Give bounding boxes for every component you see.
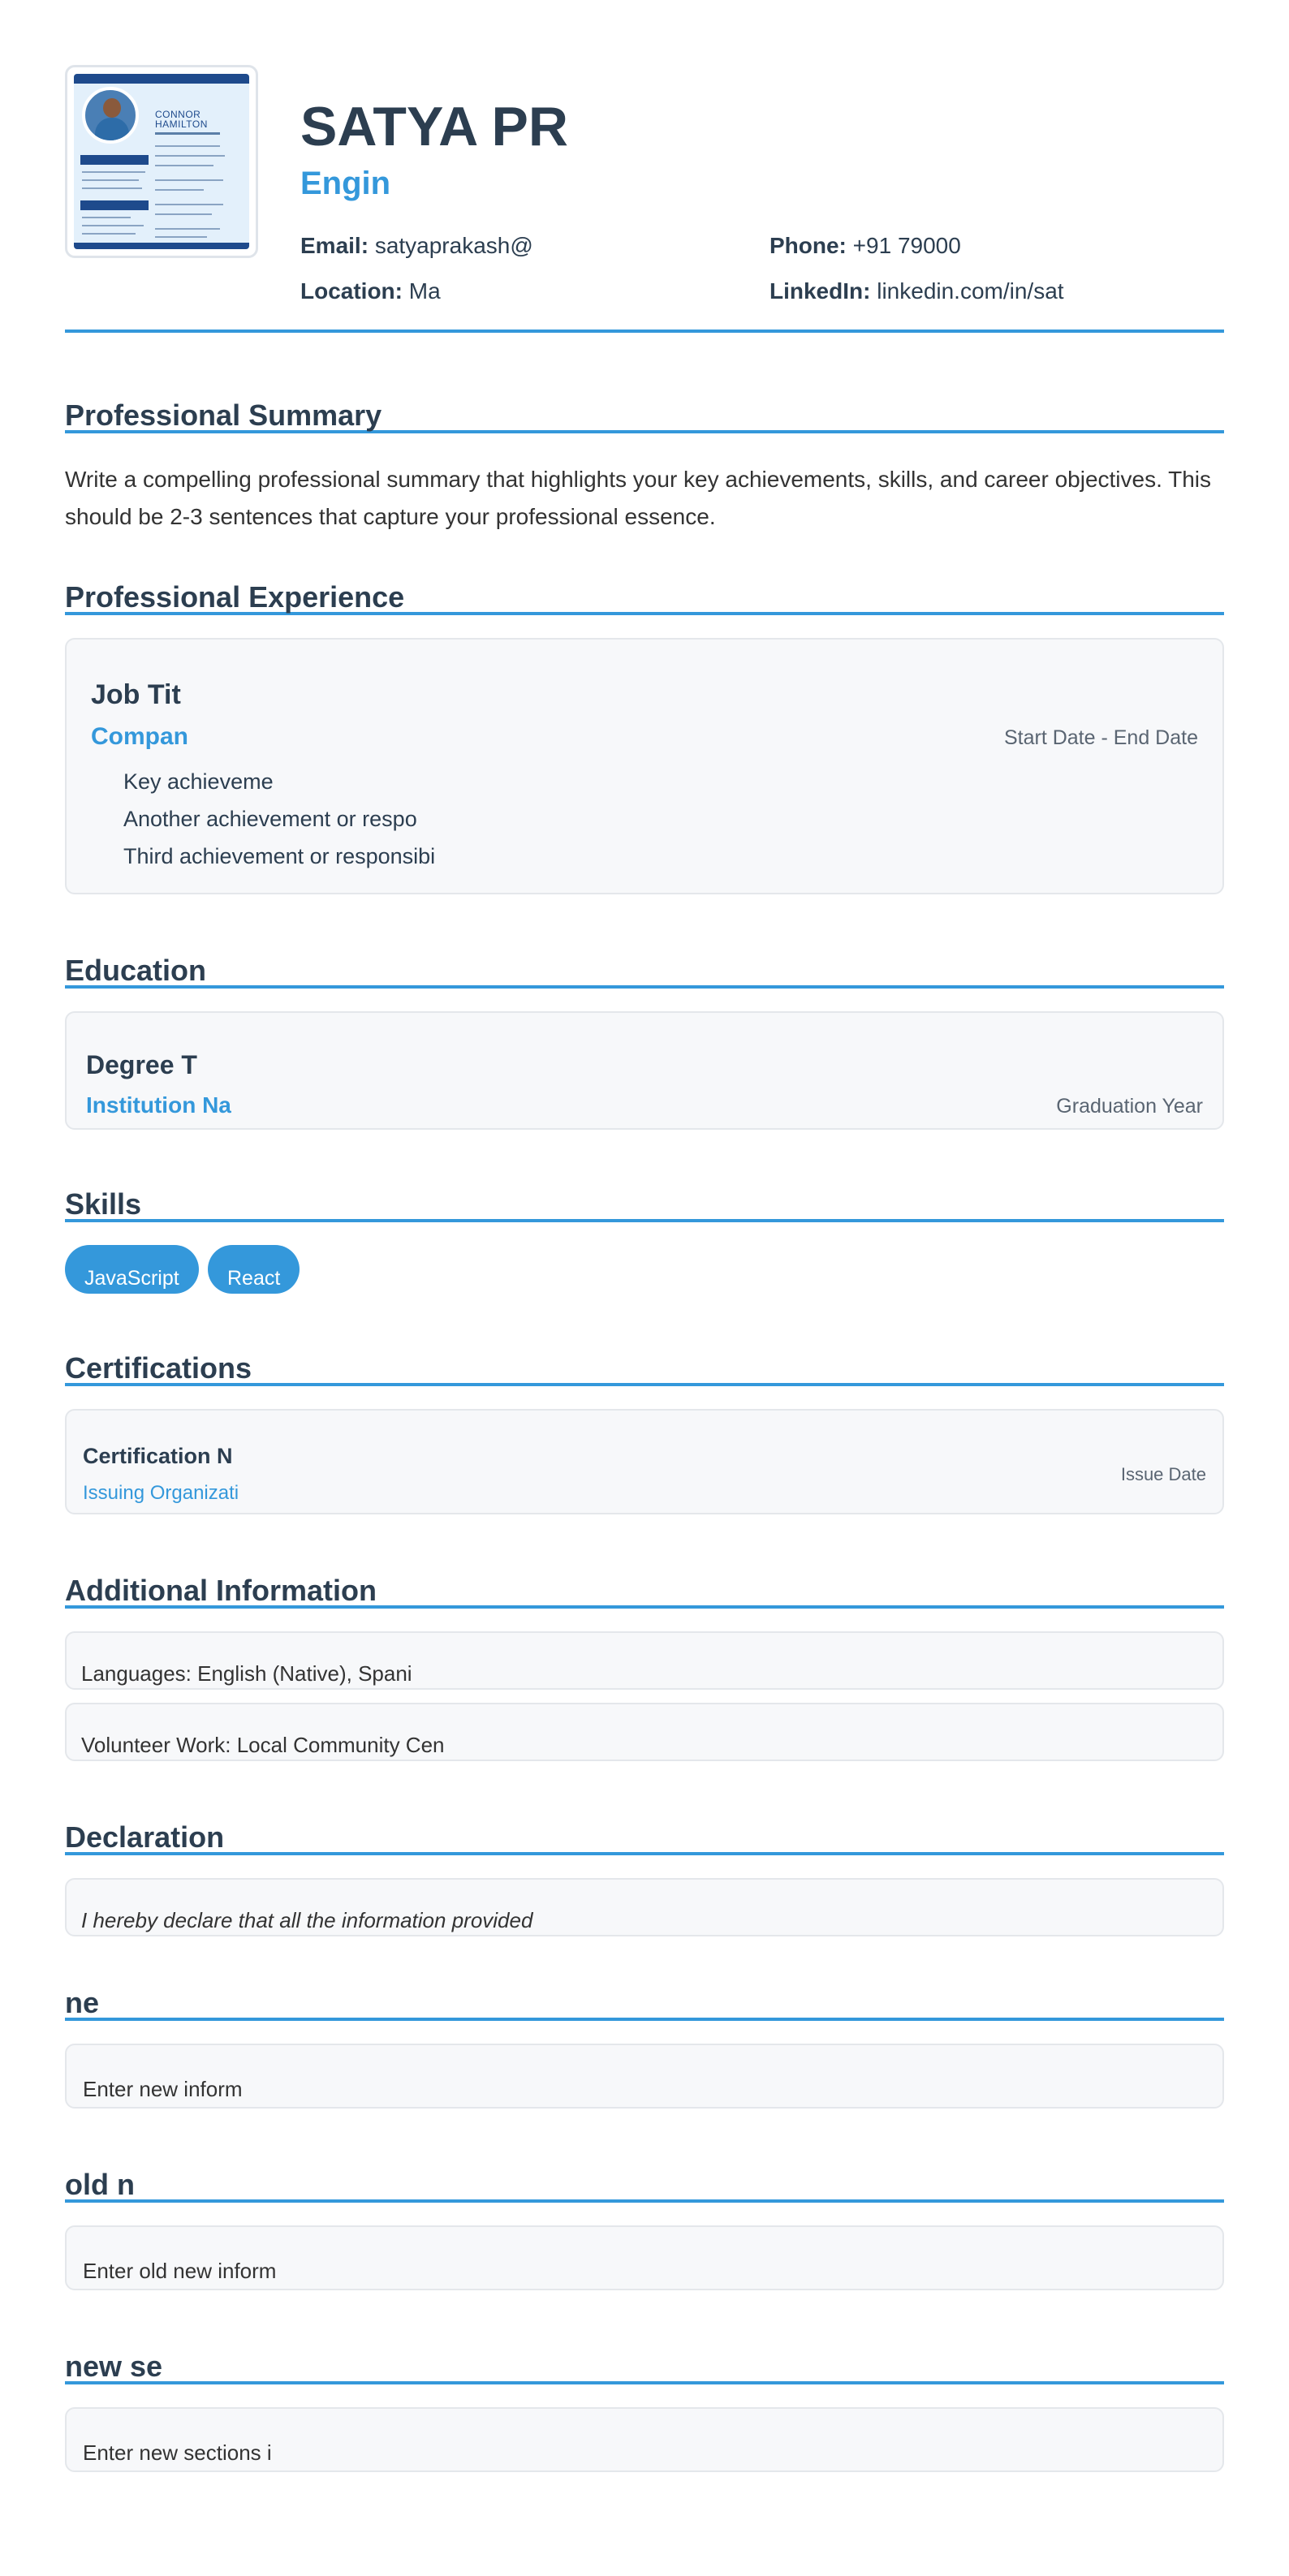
job-dates: Start Date - End Date [1003,726,1198,749]
education-card: Degree T Institution Na Graduation Year [65,1011,1224,1130]
thumb-avatar [82,87,139,144]
contact-location-label: Location: [300,278,403,304]
candidate-title: Engin [300,166,391,201]
job-bullet: Third achievement or responsibi [123,844,436,868]
thumb-line [155,155,225,157]
section-title-custom: old n [65,2167,1224,2203]
contact-phone: Phone: +91 79000 [770,232,961,260]
thumb-profile-bar [80,155,149,165]
section-title-custom: ne [65,1985,1224,2021]
certification-card: Certification N Issuing Organizati Issue… [65,1409,1224,1514]
thumb-line [82,217,131,218]
job-bullet: Key achieveme [123,769,274,794]
contact-email-value[interactable]: satyaprakash@ [375,233,533,258]
certification-date: Issue Date [1120,1464,1206,1484]
job-company: Compan [91,723,188,750]
thumb-contact-bar [80,200,149,210]
contact-location-value: Ma [408,278,441,304]
thumb-line [82,225,144,226]
custom-section-text: Enter new inform [83,2077,243,2101]
additional-item-text: Volunteer Work: Local Community Cen [81,1733,445,1757]
contact-linkedin: LinkedIn: linkedin.com/in/sat [770,278,1064,305]
thumb-line [155,189,204,191]
section-title-summary: Professional Summary [65,398,1224,433]
degree-title: Degree T [86,1050,197,1079]
profile-photo[interactable]: CONNOR HAMILTON [65,65,258,258]
thumb-line [82,233,136,235]
thumb-line [155,145,220,147]
section-title-experience: Professional Experience [65,579,1224,615]
job-bullet: Another achievement or respo [123,807,417,831]
section-title-certifications: Certifications [65,1350,1224,1386]
custom-section-text: Enter new sections i [83,2440,272,2465]
certification-issuer: Issuing Organizati [83,1482,239,1504]
graduation-year: Graduation Year [1056,1095,1203,1118]
thumb-line [155,179,223,181]
thumb-line [155,204,223,205]
custom-section-text: Enter old new inform [83,2259,277,2283]
thumb-avatar-head [103,98,121,118]
contact-location: Location: Ma [300,278,441,305]
custom-section-card: Enter old new inform [65,2225,1224,2290]
thumb-line [82,179,139,181]
section-title-custom: new se [65,2349,1224,2384]
thumb-line [155,228,220,230]
additional-item: Languages: English (Native), Spani [65,1631,1224,1690]
custom-section-card: Enter new sections i [65,2407,1224,2472]
thumb-top-bar [74,74,249,84]
resume-thumbnail-image: CONNOR HAMILTON [74,74,249,249]
section-title-skills: Skills [65,1187,1224,1222]
thumb-line [82,171,145,173]
thumb-bottom-bar [74,243,249,249]
contact-phone-value[interactable]: +91 79000 [853,233,961,258]
section-title-additional: Additional Information [65,1573,1224,1609]
thumb-line [155,213,212,215]
thumb-line [155,165,213,166]
contact-email-label: Email: [300,233,369,258]
contact-phone-label: Phone: [770,233,847,258]
declaration-text: I hereby declare that all the informatio… [81,1908,533,1932]
thumb-line [82,187,142,189]
summary-text: Write a compelling professional summary … [65,467,1212,529]
skill-tag[interactable]: JavaScript [65,1245,199,1294]
experience-card: Job Tit Compan Start Date - End Date Key… [65,638,1224,894]
declaration-card: I hereby declare that all the informatio… [65,1878,1224,1936]
thumb-line [155,236,207,238]
job-title: Job Tit [91,679,181,710]
thumb-subtitle-line [155,132,220,135]
section-title-education: Education [65,953,1224,989]
additional-item-text: Languages: English (Native), Spani [81,1661,412,1686]
certification-name: Certification N [83,1444,233,1468]
skill-tag[interactable]: React [208,1245,300,1294]
section-title-declaration: Declaration [65,1820,1224,1855]
contact-linkedin-label: LinkedIn: [770,278,871,304]
institution-name: Institution Na [86,1092,231,1118]
candidate-name: SATYA PR [300,96,569,157]
custom-section-card: Enter new inform [65,2044,1224,2109]
thumb-avatar-body [95,118,129,140]
contact-email: Email: satyaprakash@ [300,232,533,260]
additional-item: Volunteer Work: Local Community Cen [65,1703,1224,1761]
contact-linkedin-value[interactable]: linkedin.com/in/sat [877,278,1063,304]
resume-header: CONNOR HAMILTON SATYA PR Engin Email: sa… [65,65,1224,333]
thumb-name: CONNOR HAMILTON [155,109,208,130]
